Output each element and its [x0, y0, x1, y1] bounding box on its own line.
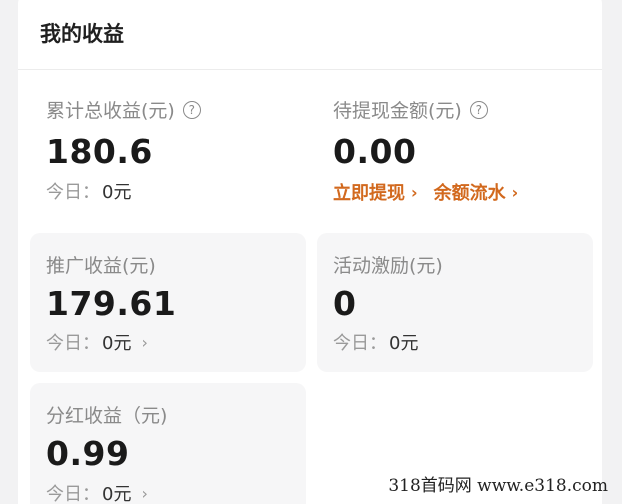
withdrawable-label: 待提现金额(元) — [333, 100, 462, 122]
balance-flow-link[interactable]: 余额流水 › — [434, 179, 519, 205]
page-title: 我的收益 — [40, 22, 124, 46]
today-label: 今日： — [46, 484, 100, 504]
activity-today: 今日： 0元 — [333, 329, 418, 355]
balance-flow-label: 余额流水 — [433, 183, 506, 204]
earnings-page: 我的收益 累计总收益(元) ? 180.6 今日： 0元 待提现金额(元) ? … — [0, 0, 622, 504]
activity-value: 0 — [333, 284, 357, 323]
total-earnings-value: 180.6 — [46, 132, 153, 171]
promotion-today[interactable]: 今日： 0元 › — [46, 329, 148, 355]
chevron-right-icon: › — [141, 332, 148, 352]
dividend-label: 分红收益（元) — [46, 405, 168, 427]
chevron-right-icon: › — [141, 483, 148, 503]
today-label: 今日： — [46, 182, 100, 203]
today-value: 0元 — [102, 182, 132, 203]
withdraw-now-link[interactable]: 立即提现 › — [333, 179, 418, 205]
today-label: 今日： — [46, 333, 100, 354]
withdraw-now-label: 立即提现 — [333, 183, 405, 204]
today-value: 0元 — [102, 333, 132, 354]
total-earnings-label: 累计总收益(元) — [46, 100, 175, 122]
today-value: 0元 — [389, 333, 419, 354]
promotion-value: 179.61 — [46, 284, 177, 323]
activity-label: 活动激励(元) — [333, 255, 443, 277]
withdrawable-value: 0.00 — [333, 132, 417, 171]
withdrawable-label-row: 待提现金额(元) ? — [333, 96, 488, 123]
site-watermark: 318首码网 www.e318.com — [388, 476, 608, 496]
help-icon[interactable]: ? — [182, 100, 201, 119]
chevron-right-icon: › — [411, 182, 418, 202]
promotion-label: 推广收益(元) — [46, 255, 156, 277]
dividend-today[interactable]: 今日： 0元 › — [46, 480, 148, 504]
withdraw-links: 立即提现 › 余额流水 › — [333, 179, 518, 205]
help-icon[interactable]: ? — [469, 100, 488, 119]
total-earnings-today: 今日： 0元 — [46, 178, 131, 204]
today-value: 0元 — [102, 484, 132, 504]
dividend-value: 0.99 — [46, 434, 130, 473]
today-label: 今日： — [333, 333, 387, 354]
chevron-right-icon: › — [511, 182, 519, 202]
total-earnings-label-row: 累计总收益(元) ? — [46, 96, 201, 123]
header-divider — [18, 69, 602, 70]
